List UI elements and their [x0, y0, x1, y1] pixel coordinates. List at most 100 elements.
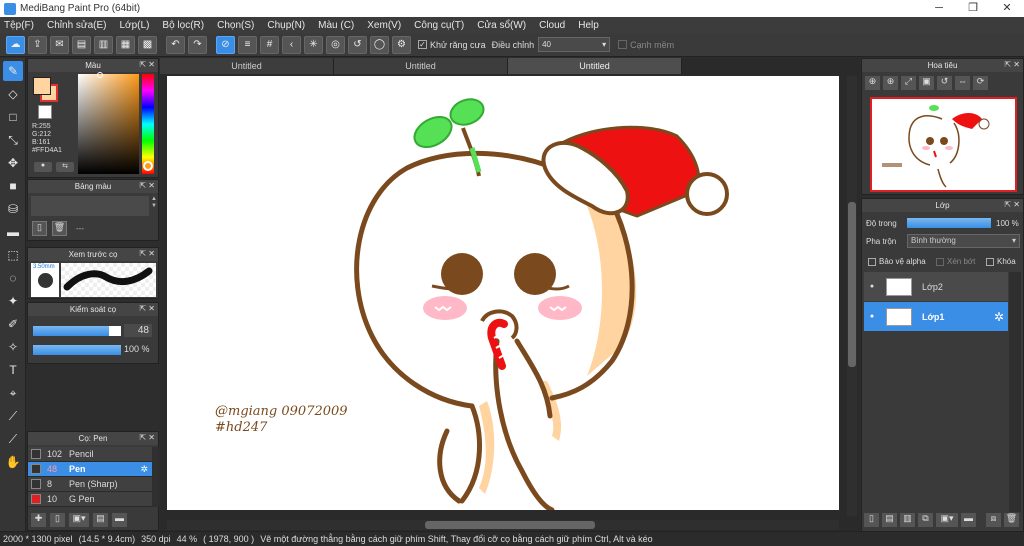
layer-menu-icon[interactable]: ▣▾: [936, 513, 958, 527]
palette-scroll-icon[interactable]: ▲ ▼: [151, 196, 157, 216]
new-8bit-layer-icon[interactable]: ▥: [900, 513, 915, 527]
tab-untitled-2[interactable]: Untitled: [334, 58, 508, 74]
zoom-in-icon[interactable]: ⊕: [865, 76, 880, 90]
menu-layer[interactable]: Lớp(L): [120, 20, 150, 31]
menu-snap[interactable]: Chụp(N): [267, 20, 305, 31]
tab-untitled-1[interactable]: Untitled: [160, 58, 334, 74]
layer-row[interactable]: ● Lớp1 ✲: [864, 302, 1008, 331]
redo-icon[interactable]: ↷: [188, 35, 207, 54]
panel-controls-icon[interactable]: ⇱ ✕: [139, 60, 155, 69]
panel-icon[interactable]: ▦: [116, 35, 135, 54]
layer-scrollbar[interactable]: [1009, 272, 1021, 512]
panel-controls-icon[interactable]: ⇱ ✕: [139, 304, 155, 313]
curve-snap-icon[interactable]: ↺: [348, 35, 367, 54]
circle-snap-icon[interactable]: ◎: [326, 35, 345, 54]
layer-row[interactable]: ● Lớp2: [864, 272, 1008, 301]
parallel-snap-icon[interactable]: ≡: [238, 35, 257, 54]
secondary-color-swatch[interactable]: [38, 105, 52, 119]
eraser-tool-icon[interactable]: ◇: [3, 84, 23, 104]
brush-opacity-slider[interactable]: [33, 345, 121, 355]
document-icon[interactable]: ▤: [72, 35, 91, 54]
new-brush-icon[interactable]: ▯: [50, 513, 65, 527]
menu-filter[interactable]: Bộ lọc(R): [162, 20, 204, 31]
rotate-left-icon[interactable]: ↺: [937, 76, 952, 90]
brush-item[interactable]: 48 Pen ✲: [28, 462, 152, 477]
maximize-button[interactable]: ❐: [956, 0, 990, 17]
new-layer-icon[interactable]: ▯: [864, 513, 879, 527]
menu-file[interactable]: Tệp(F): [4, 20, 34, 31]
text-tool-icon[interactable]: T: [3, 360, 23, 380]
flip-icon[interactable]: ⇔: [955, 76, 970, 90]
brush-item[interactable]: 102 Pencil: [28, 447, 152, 462]
menu-color[interactable]: Màu (C): [318, 20, 354, 31]
palette-swatch-area[interactable]: [31, 196, 149, 216]
canvas-horizontal-scrollbar[interactable]: [167, 520, 839, 530]
delete-layer-icon[interactable]: 🗑: [1004, 513, 1019, 527]
reset-rotation-icon[interactable]: ⟳: [973, 76, 988, 90]
layer-opacity-slider[interactable]: [907, 218, 991, 228]
layer-folder-icon[interactable]: ▬: [961, 513, 976, 527]
panel-controls-icon[interactable]: ⇱ ✕: [1004, 200, 1020, 209]
panel-controls-icon[interactable]: ⇱ ✕: [1004, 60, 1020, 69]
panel-controls-icon[interactable]: ⇱ ✕: [139, 249, 155, 258]
hue-slider[interactable]: [142, 74, 154, 174]
dot-tool-icon[interactable]: ⤡: [3, 130, 23, 150]
copy-brush-icon[interactable]: ▤: [93, 513, 108, 527]
adjust-select[interactable]: 40 ▾: [538, 37, 611, 52]
gear-icon[interactable]: ✲: [994, 310, 1004, 324]
eyedropper-tool-icon[interactable]: ⟋: [3, 406, 23, 426]
share-icon[interactable]: ⇪: [28, 35, 47, 54]
brush-size-slider[interactable]: [33, 326, 121, 336]
chat-icon[interactable]: ✉: [50, 35, 69, 54]
hue-cursor[interactable]: [143, 161, 153, 171]
protect-alpha-checkbox[interactable]: Bảo vệ alpha: [868, 257, 926, 266]
select-pen-tool-icon[interactable]: ✐: [3, 314, 23, 334]
close-button[interactable]: ✕: [990, 0, 1024, 17]
page-icon[interactable]: ▥: [94, 35, 113, 54]
magic-wand-tool-icon[interactable]: ✦: [3, 291, 23, 311]
brush-list-scrollbar[interactable]: [152, 447, 159, 507]
delete-palette-icon[interactable]: 🗑: [52, 221, 67, 236]
gear-icon[interactable]: ✲: [140, 464, 148, 475]
primary-color-swatch[interactable]: [33, 77, 51, 95]
new-palette-icon[interactable]: ▯: [32, 221, 47, 236]
divide-tool-icon[interactable]: ⌖: [3, 383, 23, 403]
fit-icon[interactable]: ⤢: [901, 76, 916, 90]
snap-settings-icon[interactable]: ⚙: [392, 35, 411, 54]
navigator-thumbnail[interactable]: [870, 97, 1017, 192]
soft-edge-checkbox[interactable]: Cạnh mềm: [618, 40, 674, 50]
eyedropper2-tool-icon[interactable]: ⟋: [3, 429, 23, 449]
undo-icon[interactable]: ↶: [166, 35, 185, 54]
blend-mode-select[interactable]: Bình thường ▾: [907, 234, 1020, 248]
drawing-canvas[interactable]: @mgiang 09072009 #hd247: [167, 76, 839, 513]
menu-tools[interactable]: Công cụ(T): [414, 20, 464, 31]
tab-untitled-3[interactable]: Untitled: [508, 58, 682, 74]
select-eraser-tool-icon[interactable]: ✧: [3, 337, 23, 357]
move-tool-icon[interactable]: ✥: [3, 153, 23, 173]
panel-controls-icon[interactable]: ⇱ ✕: [139, 433, 155, 442]
zoom-in-2-icon[interactable]: ⊕: [883, 76, 898, 90]
canvas-vertical-scrollbar[interactable]: [847, 76, 857, 516]
hscroll-thumb[interactable]: [425, 521, 595, 529]
brush-size-value[interactable]: 48: [124, 324, 152, 337]
radial-snap-icon[interactable]: ✳: [304, 35, 323, 54]
gradient-tool-icon[interactable]: ▬: [3, 222, 23, 242]
ellipse-snap-icon[interactable]: ◯: [370, 35, 389, 54]
antialias-checkbox[interactable]: ✓ Khử răng cưa: [418, 40, 486, 50]
folder-icon[interactable]: ▬: [112, 513, 127, 527]
cloud-icon[interactable]: ☁: [6, 35, 25, 54]
brush-tool-icon[interactable]: ✎: [3, 61, 23, 81]
vscroll-thumb[interactable]: [848, 202, 856, 367]
palette-swap-icon[interactable]: ⇆: [56, 162, 74, 172]
add-brush-icon[interactable]: ✚: [31, 513, 46, 527]
menu-help[interactable]: Help: [578, 20, 599, 31]
select-rect-tool-icon[interactable]: ⬚: [3, 245, 23, 265]
brush-item[interactable]: 10 G Pen: [28, 492, 152, 507]
duplicate-layer-icon[interactable]: ⧉: [918, 513, 933, 527]
menu-window[interactable]: Cửa sổ(W): [477, 20, 526, 31]
grid-icon[interactable]: ▩: [138, 35, 157, 54]
brush-menu-icon[interactable]: ▣▾: [69, 513, 89, 527]
brush-item[interactable]: 8 Pen (Sharp): [28, 477, 152, 492]
hand-tool-icon[interactable]: ✋: [3, 452, 23, 472]
visibility-icon[interactable]: ●: [864, 313, 880, 320]
